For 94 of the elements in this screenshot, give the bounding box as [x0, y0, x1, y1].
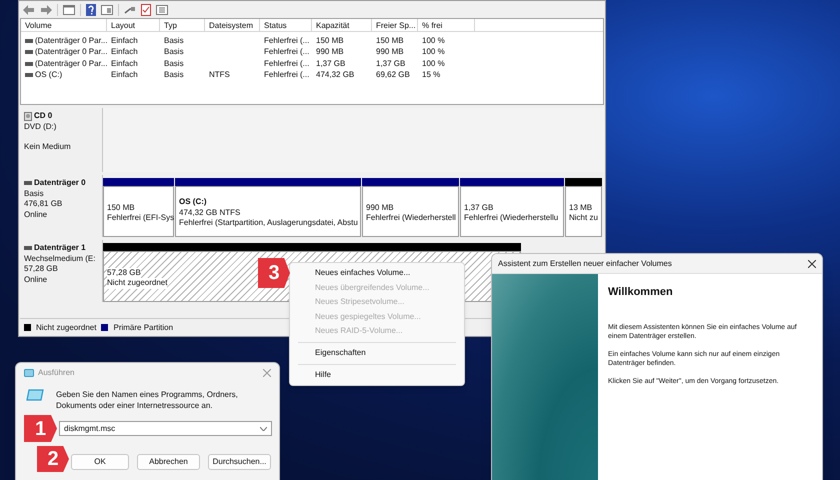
table-cell: 100 % [422, 58, 445, 70]
disk-type: Basis [24, 188, 45, 199]
step-badge: 1 [24, 415, 57, 442]
partition-size: 150 MB [107, 202, 136, 213]
cd-drive-icon [24, 112, 32, 121]
step-badge: 2 [37, 446, 69, 472]
disk-status: Online [24, 274, 48, 285]
menu-item[interactable]: Hilfe [290, 368, 464, 382]
partition-box[interactable]: OS (C:) 474,32 GB NTFS Fehlerfrei (Startpartition, Auslagerungsdatei, Abstu [175, 186, 361, 237]
partition-size: 1,37 GB [464, 202, 494, 213]
disk-size: 57,28 GB [24, 264, 59, 274]
table-cell: 990 MB [376, 46, 404, 58]
partition-status: Fehlerfrei (Wiederherstellu [464, 213, 560, 224]
disk-type: Wechselmedium (E: [24, 254, 96, 264]
table-cell: Basis [164, 69, 184, 82]
disk-name: Datenträger 1 [34, 243, 86, 254]
table-cell: 150 MB [316, 34, 344, 47]
partition-size: 13 MB [569, 202, 594, 213]
table-cell: Basis [164, 34, 184, 47]
disk-size: 476,81 GB [24, 199, 64, 210]
column-header[interactable]: Kapazität [312, 19, 372, 31]
partition-status: Fehlerfrei (Wiederherstell [366, 213, 455, 224]
column-header[interactable]: Dateisystem [205, 19, 260, 31]
menu-item[interactable]: Eigenschaften [290, 346, 464, 361]
column-header[interactable]: % frei [418, 19, 475, 31]
partition-box[interactable]: 1,37 GB Fehlerfrei (Wiederherstellu [460, 186, 564, 237]
partition-box[interactable]: 13 MB Nicht zu [565, 186, 602, 237]
disk-type: DVD (D:) [24, 122, 58, 132]
table-cell: 69,62 GB [376, 69, 410, 82]
table-cell: (Datenträger 0 Par... [35, 46, 108, 58]
table-cell: 15 % [422, 69, 440, 82]
window-title: Ausführen [38, 367, 74, 379]
partition-box[interactable]: 990 MB Fehlerfrei (Wiederherstell [362, 186, 459, 237]
run-icon [24, 369, 34, 377]
checklist-icon[interactable] [141, 4, 151, 16]
connect-icon[interactable] [124, 4, 136, 14]
legend-label: Nicht zugeordnet [36, 322, 96, 334]
table-cell: Fehlerfrei (... [264, 34, 310, 47]
partition-status: Fehlerfrei (Startpartition, Auslagerungsdatei, Abstu [179, 218, 357, 229]
table-cell: Basis [164, 46, 184, 58]
dialog-button[interactable]: Abbrechen [137, 454, 200, 470]
table-cell: Basis [164, 58, 184, 70]
table-cell: 990 MB [316, 46, 344, 58]
table-cell: Fehlerfrei (... [264, 46, 310, 58]
column-header[interactable]: Volume [21, 19, 107, 31]
column-header[interactable]: Layout [107, 19, 160, 31]
disk-name: CD 0 [34, 111, 52, 122]
table-cell: 1,37 GB [316, 58, 346, 70]
dialog-button[interactable]: OK [71, 454, 129, 470]
list-icon[interactable] [156, 4, 168, 14]
prompt-text: Geben Sie den Namen eines Programms, Ordners, Dokuments oder einer Internetressource an. [56, 389, 239, 411]
disk-status: Online [24, 210, 48, 220]
partition-label: OS (C:) [179, 197, 208, 208]
window-title: Assistent zum Erstellen neuer einfacher Volumes [498, 258, 673, 270]
table-cell: (Datenträger 0 Par... [35, 34, 108, 47]
partition-size: 990 MB [366, 202, 395, 213]
table-cell: 1,37 GB [376, 58, 406, 70]
table-cell: 100 % [422, 46, 445, 58]
table-cell: 100 % [422, 34, 445, 47]
table-cell: (Datenträger 0 Par... [35, 58, 108, 70]
table-cell: OS (C:) [35, 69, 62, 82]
table-cell: Einfach [111, 58, 138, 70]
table-cell: Fehlerfrei (... [264, 69, 310, 82]
partition-box[interactable]: 150 MB Fehlerfrei (EFI-Sys [103, 186, 174, 237]
partition-size: 57,28 GB [107, 268, 141, 278]
disk-name: Datenträger 0 [34, 178, 86, 188]
close-icon[interactable] [808, 260, 816, 268]
step-badge: 3 [258, 258, 290, 288]
window-icon[interactable] [63, 4, 75, 14]
partition-status: Nicht zu [569, 213, 598, 224]
dialog-button[interactable]: Durchsuchen... [208, 454, 271, 470]
table-cell: Einfach [111, 34, 138, 47]
menu-item[interactable]: Neues einfaches Volume... [290, 266, 464, 281]
table-cell: 474,32 GB [316, 69, 354, 82]
column-header[interactable]: Freier Sp... [372, 19, 418, 31]
table-cell: Einfach [111, 69, 138, 82]
wizard-heading: Willkommen [608, 285, 674, 300]
table-cell: Fehlerfrei (... [264, 58, 310, 70]
help-icon[interactable] [86, 4, 96, 16]
forward-arrow-icon[interactable] [40, 4, 52, 14]
table-cell: Einfach [111, 46, 138, 58]
partition-status: Nicht zugeordnet [107, 278, 168, 288]
legend-label: Primäre Partition [113, 322, 174, 334]
partition-size: 474,32 GB NTFS [179, 208, 242, 218]
table-cell: NTFS [209, 69, 230, 82]
column-header[interactable]: Typ [160, 19, 205, 31]
run-app-icon [26, 389, 44, 401]
command-input-field[interactable]: diskmgmt.msc [59, 421, 272, 436]
column-header[interactable]: Status [260, 19, 312, 31]
back-arrow-icon[interactable] [23, 4, 35, 14]
panel-icon[interactable] [101, 4, 113, 14]
disk-status: Kein Medium [24, 142, 72, 152]
table-cell: 150 MB [376, 34, 404, 47]
dropdown-caret-icon [260, 426, 267, 430]
